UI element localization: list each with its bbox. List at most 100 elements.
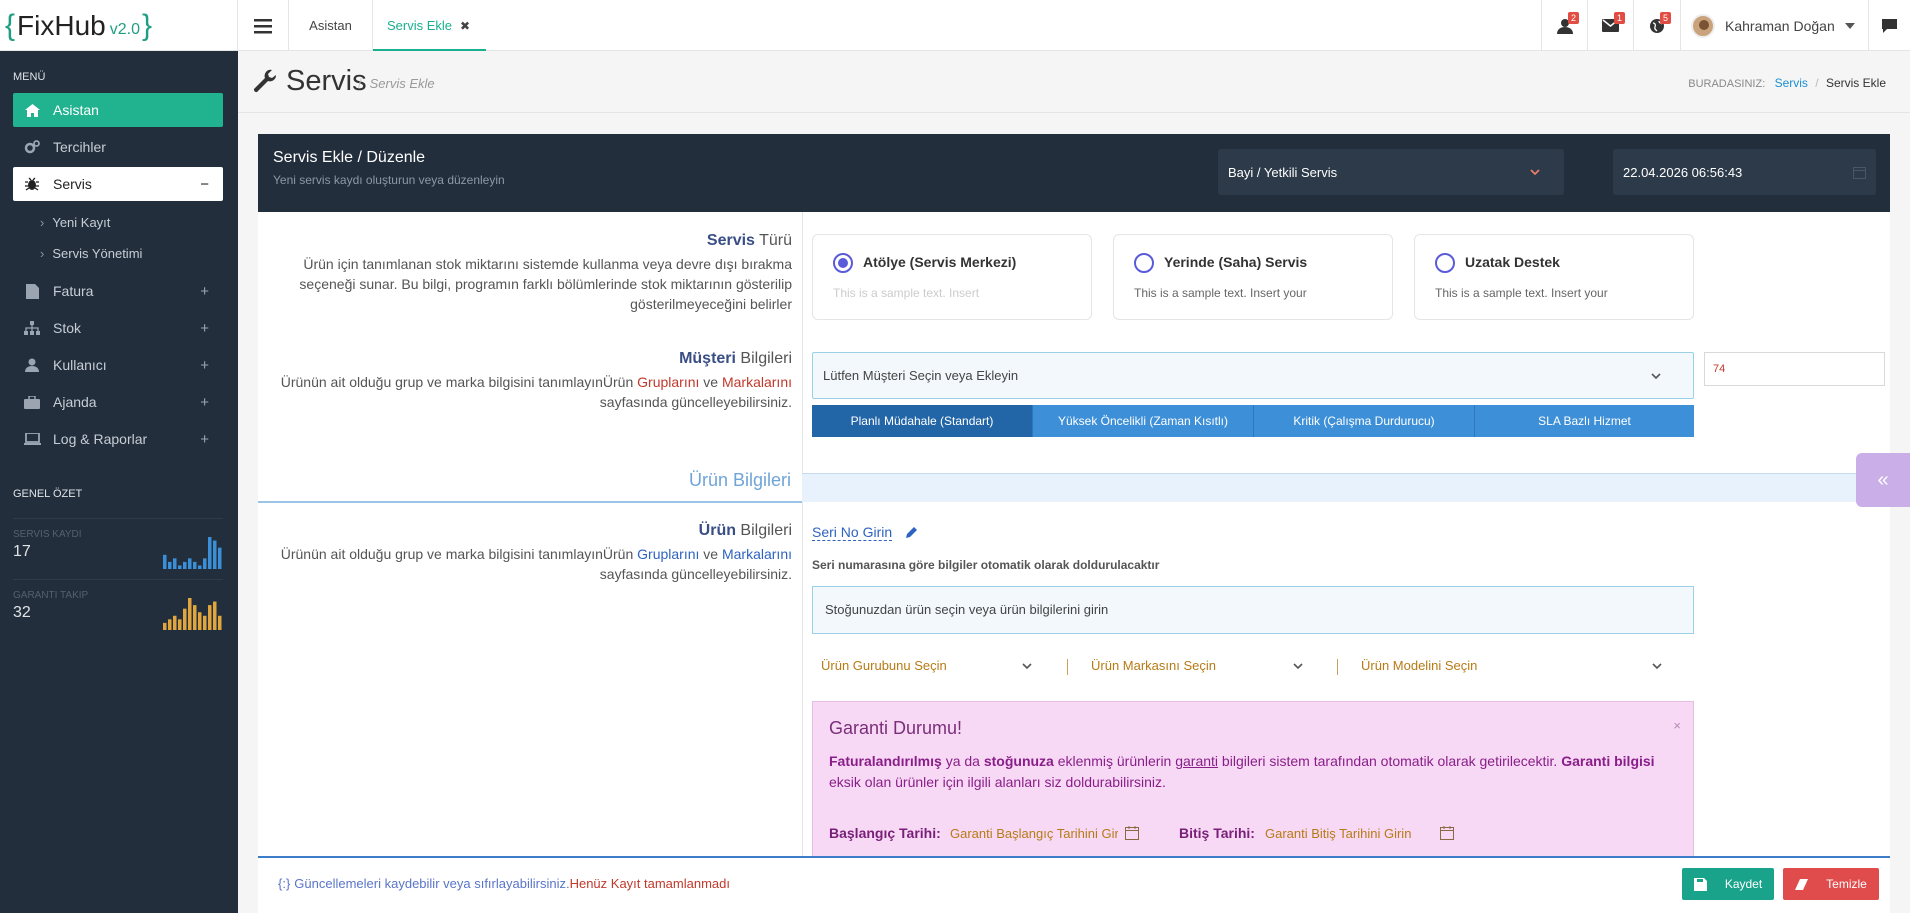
groups-link[interactable]: Gruplarını [637,374,699,390]
product-model-select[interactable]: Ürün Modelini Seçin [1361,658,1477,673]
side-panel-toggle[interactable]: « [1856,453,1910,507]
heading-rest: Türü [754,232,792,249]
calendar-icon [1853,166,1866,179]
sparkline-bar [193,561,197,569]
tab-label: Servis Ekle [387,18,453,33]
summary-title: GENEL ÖZET [13,488,83,500]
start-date-label: Başlangıç Tarihi: [829,825,941,841]
calendar-icon[interactable] [1440,826,1454,840]
sidebar-item-label: Kullanıcı [53,357,107,373]
radio-icon[interactable] [1435,253,1455,273]
customer-select[interactable]: Lütfen Müşteri Seçin veya Ekleyin [812,352,1694,399]
sidebar-subitem-servis-yonetimi[interactable]: Servis Yönetimi [40,246,142,261]
alert-text: Faturalandırılmış ya da stoğunuza eklenm… [829,753,1655,790]
footer-warning: Henüz Kayıt tamamlanmadı [569,876,730,891]
logo[interactable]: { FixHub v2.0 } [0,0,238,51]
brands-link[interactable]: Markalarını [722,374,792,390]
sidebar-item-label: Stok [53,320,82,336]
start-date-input[interactable]: Garanti Başlangıç Tarihini Gir [950,826,1118,841]
footer-message: {:} Güncellemeleri kaydebilir veya sıfırl… [278,876,730,891]
alerts-notification-button[interactable]: 5 [1633,0,1679,51]
collapse-icon: − [200,175,209,193]
sidebar-item-kullanici[interactable]: Kullanıcı + [13,348,223,382]
customer-number-field[interactable]: 74 [1704,352,1885,386]
end-date-input[interactable]: Garanti Bitiş Tarihini Girin [1265,826,1411,841]
column-divider [802,212,803,877]
eraser-icon [1795,878,1809,890]
tab-servis-ekle[interactable]: Servis Ekle ✖ [373,0,486,51]
avatar [1691,13,1715,38]
close-tab-icon[interactable]: ✖ [460,19,470,33]
radio-icon[interactable] [1134,253,1154,273]
sidebar-subitem-yeni-kayit[interactable]: Yeni Kayıt [40,215,110,230]
clear-button[interactable]: Temizle [1783,868,1879,900]
sidebar-item-label: Asistan [53,102,99,118]
service-type-label: Servis Türü Ürün için tanımlanan stok mi… [258,232,792,314]
sidebar-item-log-raporlar[interactable]: Log & Raporlar + [13,422,223,456]
service-option-yerinde[interactable]: Yerinde (Saha) Servis This is a sample t… [1113,234,1393,320]
groups-link[interactable]: Gruplarını [637,546,699,562]
option-description: This is a sample text. Insert your [1435,286,1608,300]
save-button[interactable]: Kaydet [1682,868,1774,900]
notification-badge: 1 [1614,12,1626,24]
stat-value: 32 [13,604,31,621]
logo-name: FixHub [17,9,106,41]
card-title: Servis Ekle / Düzenle [273,149,426,166]
top-bar: { FixHub v2.0 } Asistan Servis Ekle ✖ 2 1… [0,0,1910,51]
priority-yuksek[interactable]: Yüksek Öncelikli (Zaman Kısıtlı) [1033,405,1254,437]
datetime-input[interactable]: 22.04.2026 06:56:43 [1613,149,1876,195]
sidebar-item-ajanda[interactable]: Ajanda + [13,385,223,419]
stock-product-input[interactable]: Stoğunuzdan ürün seçin veya ürün bilgile… [812,586,1694,634]
users-notification-button[interactable]: 2 [1541,0,1587,51]
user-menu[interactable]: Kahraman Doğan [1680,0,1868,51]
customer-select-placeholder: Lütfen Müşteri Seçin veya Ekleyin [823,368,1019,383]
pencil-icon[interactable] [906,526,918,538]
sidebar-item-fatura[interactable]: Fatura + [13,274,223,308]
dealer-select[interactable]: Bayi / Yetkili Servis [1218,149,1564,195]
save-label: Kaydet [1724,877,1763,891]
tab-asistan[interactable]: Asistan [289,0,373,51]
logo-version: v2.0 [109,20,140,38]
section-band [802,473,1890,502]
sparkline-bar [208,605,212,630]
caret-down-icon [1844,22,1855,29]
sidebar-item-tercihler[interactable]: Tercihler [13,130,223,164]
warranty-link[interactable]: garanti [1175,753,1218,769]
hamburger-icon [254,18,272,33]
sidebar-item-servis[interactable]: Servis − [13,167,223,201]
expand-icon: + [200,393,209,411]
sparkline [163,598,222,630]
chat-button[interactable] [1868,0,1910,51]
radio-selected-icon[interactable] [833,253,853,273]
sparkline-bar [203,615,207,630]
priority-kritik[interactable]: Kritik (Çalışma Durdurucu) [1254,405,1475,437]
priority-planli[interactable]: Planlı Müdahale (Standart) [812,405,1033,437]
brands-link[interactable]: Markalarını [722,546,792,562]
sidebar-item-stok[interactable]: Stok + [13,311,223,345]
service-option-atolye[interactable]: Atölye (Servis Merkezi) This is a sample… [812,234,1092,320]
sparkline-bar [213,601,217,630]
product-description: Ürünün ait olduğu grup ve marka bilgisin… [280,546,792,582]
heading-rest: Bilgileri [735,522,792,539]
priority-sla[interactable]: SLA Bazlı Hizmet [1475,405,1694,437]
product-group-select[interactable]: Ürün Gurubunu Seçin [821,658,947,673]
chevron-down-icon [1651,373,1661,379]
product-brand-select[interactable]: Ürün Markasını Seçin [1091,658,1216,673]
serial-number-link[interactable]: Seri No Girin [812,524,893,541]
end-date-label: Bitiş Tarihi: [1179,825,1255,841]
form-footer: {:} Güncellemeleri kaydebilir veya sıfırl… [258,856,1890,913]
breadcrumb-link[interactable]: Servis [1775,76,1808,90]
sidebar-item-asistan[interactable]: Asistan [13,93,223,127]
heading-bold: Servis [706,232,755,249]
mail-notification-button[interactable]: 1 [1587,0,1633,51]
service-option-uzatak[interactable]: Uzatak Destek This is a sample text. Ins… [1414,234,1694,320]
product-label: Ürün Bilgileri Ürünün ait olduğu grup ve… [258,522,792,584]
sparkline-bar [213,540,217,569]
menu-toggle-button[interactable] [238,0,289,51]
sparkline-bar [198,612,202,630]
sidebar: MENÜ Asistan Tercihler Servis − Yeni Kay… [0,51,238,913]
calendar-icon[interactable] [1125,826,1139,840]
document-icon [23,283,41,299]
close-icon[interactable]: × [1673,718,1681,733]
double-chevron-left-icon: « [1877,468,1889,491]
